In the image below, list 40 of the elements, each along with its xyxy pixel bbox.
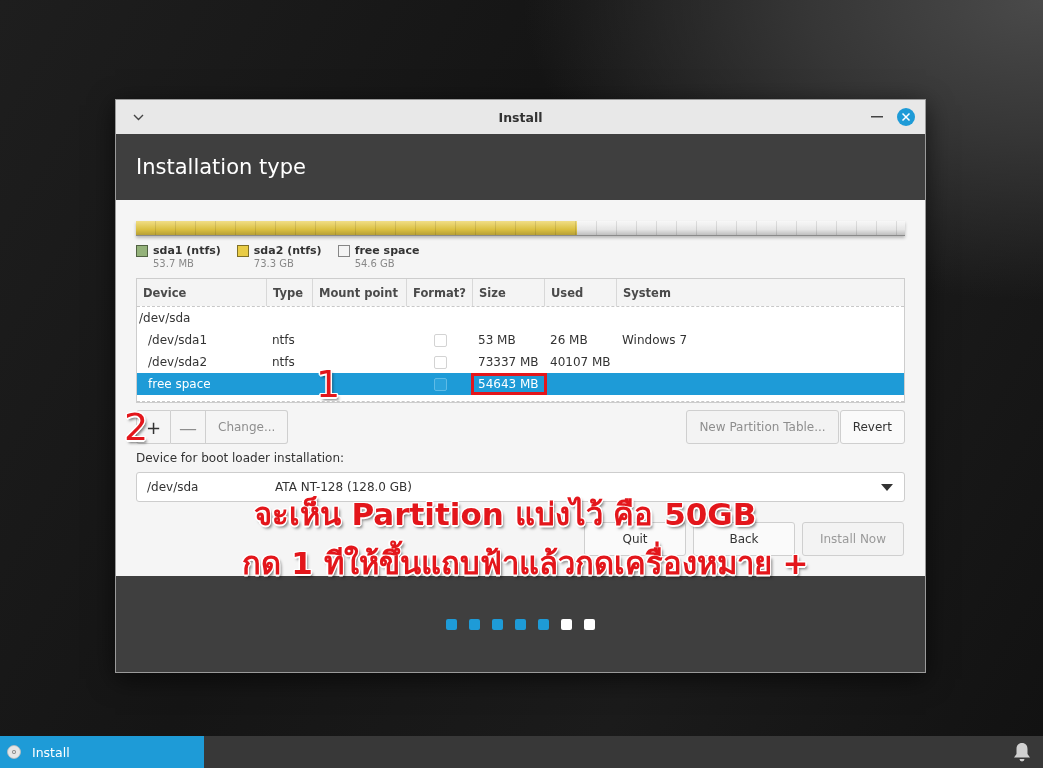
table-cell-text: free space	[147, 376, 212, 393]
table-cell-text: ntfs	[271, 354, 296, 371]
table-cell-text: 26 MB	[549, 332, 589, 349]
table-cell-text: /dev/sda2	[147, 354, 209, 371]
table-cell: 54643 MB	[471, 373, 547, 395]
legend-size: 54.6 GB	[354, 258, 396, 270]
table-cell-text: /dev/sda	[138, 310, 192, 327]
page-title: Installation type	[136, 155, 306, 179]
table-row[interactable]: /dev/sda	[137, 307, 904, 329]
column-header[interactable]: Used	[545, 279, 617, 306]
format-checkbox[interactable]	[433, 377, 447, 391]
minimize-icon[interactable]	[871, 116, 883, 118]
disc-icon	[7, 745, 21, 759]
table-cell-text: /dev/sda1	[147, 332, 209, 349]
legend-label: free space	[354, 244, 420, 258]
legend-size: 73.3 GB	[253, 258, 295, 270]
revert-button[interactable]: Revert	[839, 410, 905, 444]
bell-icon[interactable]	[1013, 742, 1031, 762]
column-header[interactable]: Format?	[407, 279, 473, 306]
table-row[interactable]: /dev/sda1 ntfs 53 MB 26 MB Windows 7	[137, 329, 904, 351]
column-header[interactable]: Type	[267, 279, 313, 306]
legend-label: sda2 (ntfs)	[253, 244, 322, 258]
window-title: Install	[498, 109, 543, 125]
boot-loader-label: Device for boot loader installation:	[136, 451, 346, 465]
column-header[interactable]: Size	[473, 279, 545, 306]
close-icon[interactable]	[897, 108, 915, 126]
legend-label: sda1 (ntfs)	[153, 244, 221, 258]
caret-icon	[881, 483, 893, 491]
table-cell-text: 73337 MB	[477, 354, 540, 371]
column-header[interactable]: Mount point	[313, 279, 407, 306]
table-cell-text: Windows 7	[621, 332, 688, 349]
format-checkbox[interactable]	[433, 333, 447, 347]
chevron-down-icon[interactable]	[133, 113, 144, 121]
column-header[interactable]: Device	[137, 279, 267, 306]
table-cell-text: ntfs	[271, 332, 296, 349]
column-header[interactable]: System	[617, 279, 904, 306]
legend-size: 53.7 MB	[153, 258, 195, 270]
format-checkbox[interactable]	[433, 355, 447, 369]
table-cell-text: 40107 MB	[549, 354, 612, 371]
table-cell-text: 53 MB	[477, 332, 517, 349]
